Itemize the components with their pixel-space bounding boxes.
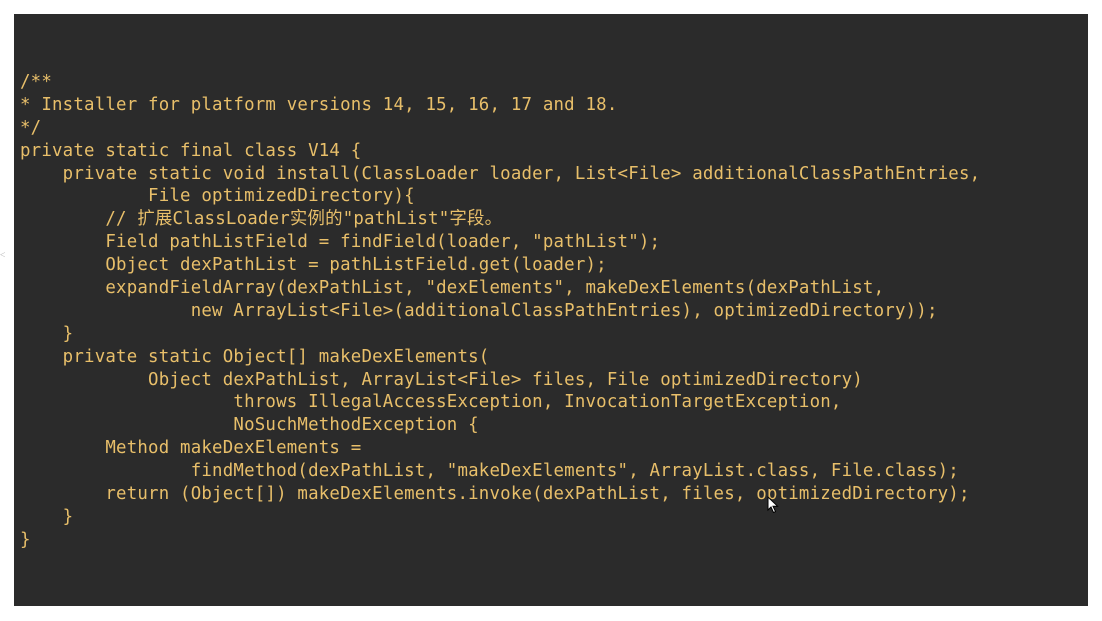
code-panel: /** * Installer for platform versions 14,…: [14, 14, 1088, 606]
code-line: findMethod(dexPathList, "makeDexElements…: [20, 461, 959, 482]
code-line: Object dexPathList = pathListField.get(l…: [20, 255, 607, 276]
code-line: }: [20, 506, 74, 527]
code-line: new ArrayList<File>(additionalClassPathE…: [20, 300, 938, 321]
code-line: NoSuchMethodException {: [20, 415, 479, 436]
code-line: throws IllegalAccessException, Invocatio…: [20, 392, 842, 413]
code-block[interactable]: /** * Installer for platform versions 14,…: [20, 71, 980, 552]
code-line: private static final class V14 {: [20, 140, 362, 161]
mouse-pointer-icon: [767, 496, 779, 514]
code-line: expandFieldArray(dexPathList, "dexElemen…: [20, 278, 885, 299]
code-line: * Installer for platform versions 14, 15…: [20, 94, 618, 115]
code-line: return (Object[]) makeDexElements.invoke…: [20, 484, 970, 505]
code-line: Field pathListField = findField(loader, …: [20, 232, 661, 253]
code-line: /**: [20, 72, 53, 92]
code-line: private static void install(ClassLoader …: [20, 163, 981, 184]
code-line: private static Object[] makeDexElements(: [20, 346, 490, 367]
code-line: */: [20, 117, 42, 138]
code-line: }: [20, 323, 74, 344]
code-line: }: [20, 529, 31, 550]
code-line: Method makeDexElements =: [20, 438, 362, 459]
edge-marker-icon: ◁: [0, 250, 5, 260]
code-line: File optimizedDirectory){: [20, 186, 415, 207]
code-line: // 扩展ClassLoader实例的"pathList"字段。: [20, 209, 503, 230]
code-line: Object dexPathList, ArrayList<File> file…: [20, 369, 863, 390]
